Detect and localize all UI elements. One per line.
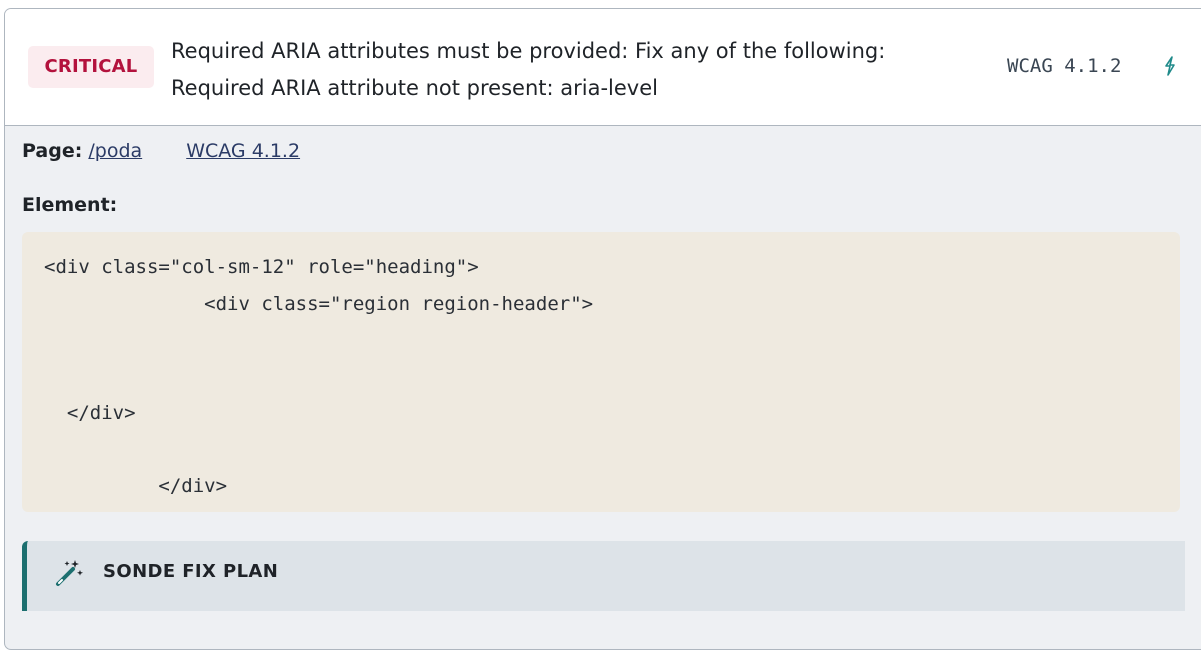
wcag-code: WCAG 4.1.2 (1007, 55, 1122, 77)
page-link[interactable]: /poda (88, 140, 142, 162)
issue-header[interactable]: CRITICAL Required ARIA attributes must b… (5, 9, 1201, 126)
severity-badge: CRITICAL (28, 46, 154, 88)
lightning-icon-svg (1165, 56, 1175, 76)
issue-title-line-2: Required ARIA attribute not present: ari… (171, 76, 658, 100)
code-line: </div> (44, 475, 228, 497)
fix-plan-section[interactable]: SONDE FIX PLAN (22, 541, 1185, 611)
element-label: Element: (22, 194, 118, 216)
lightning-icon[interactable] (1163, 56, 1177, 81)
code-line: <div class="region region-header"> (44, 293, 594, 315)
code-line: </div> (44, 402, 136, 424)
magic-wand-icon-svg (56, 560, 83, 586)
code-line: <div class="col-sm-12" role="heading"> (44, 256, 479, 278)
magic-wand-icon (53, 557, 85, 589)
code-block: <div class="col-sm-12" role="heading"> <… (22, 232, 1180, 512)
issue-title: Required ARIA attributes must be provide… (171, 33, 971, 107)
issue-title-line-1: Required ARIA attributes must be provide… (171, 39, 886, 63)
fix-plan-label: SONDE FIX PLAN (103, 561, 279, 582)
wcag-link[interactable]: WCAG 4.1.2 (186, 140, 300, 162)
page-label: Page: (22, 140, 83, 162)
meta-row: Page: /poda WCAG 4.1.2 (22, 140, 300, 162)
